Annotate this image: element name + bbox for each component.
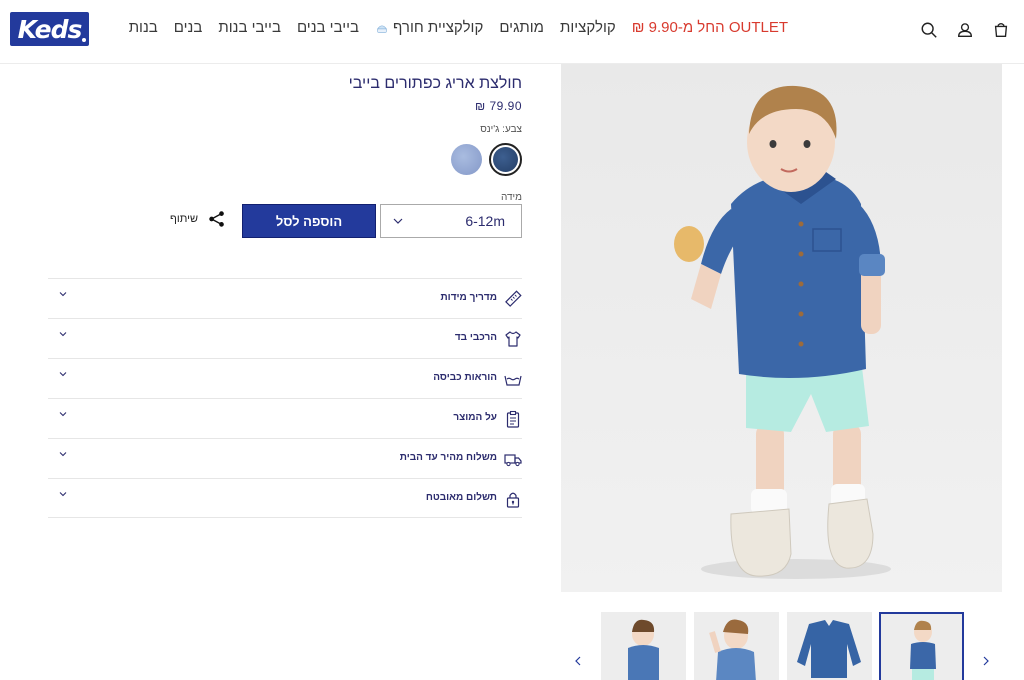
clipboard-icon (504, 410, 522, 428)
registered-mark (82, 38, 86, 42)
thumbnail-1[interactable] (601, 612, 686, 680)
nav-item-collections[interactable]: קולקציות (552, 19, 624, 36)
nav-item-brands[interactable]: מותגים (491, 19, 552, 36)
swatch-light-denim[interactable] (450, 143, 483, 176)
nav-item-girls[interactable]: בנות (121, 19, 166, 36)
share-icon (209, 211, 224, 227)
site-header: Keds בנות בנים בייבי בנות בייבי בנים קול… (0, 0, 1024, 64)
chevron-down-icon (59, 492, 67, 497)
keds-logo[interactable]: Keds (10, 12, 89, 46)
cart-icon[interactable] (992, 21, 1010, 39)
truck-icon (504, 450, 522, 468)
nav-item-boys[interactable]: בנים (166, 19, 211, 36)
logo-text: Keds (17, 14, 83, 44)
accordion-size-guide[interactable]: מדריך מידות (48, 278, 522, 318)
product-accordion: מדריך מידות הרכבי בד הוראות כביסה על המו… (48, 278, 522, 518)
accordion-shipping[interactable]: משלוח מהיר עד הבית (48, 438, 522, 478)
header-actions (920, 21, 1010, 39)
thumbnail-strip (561, 600, 1002, 680)
swatch-light-denim-fill (451, 144, 482, 175)
washing-icon (504, 370, 522, 388)
product-main-image[interactable] (561, 64, 1002, 592)
accordion-fabric[interactable]: הרכבי בד (48, 318, 522, 358)
chevron-down-icon (59, 372, 67, 377)
accordion-label: תשלום מאובטח (425, 492, 497, 503)
chevron-left-icon[interactable] (573, 655, 583, 667)
chevron-down-icon (59, 332, 67, 337)
accordion-label: על המוצר (453, 412, 497, 423)
ruler-icon (504, 290, 522, 308)
size-label: מידה (500, 192, 522, 203)
chevron-down-icon (59, 452, 67, 457)
nav-item-winter-collection[interactable]: קולקציית חורף (367, 19, 491, 36)
accordion-label: מדריך מידות (440, 292, 498, 303)
chevron-down-icon (393, 218, 403, 224)
shirt-icon (504, 330, 522, 348)
swatch-dark-denim-fill (493, 147, 518, 172)
accordion-label: הוראות כביסה (433, 372, 497, 383)
share-label: שיתוף (170, 213, 198, 225)
accordion-label: הרכבי בד (454, 332, 497, 343)
nav-item-baby-boys[interactable]: בייבי בנים (289, 19, 367, 36)
chevron-right-icon[interactable] (981, 655, 991, 667)
toddler-photo (674, 85, 891, 579)
accordion-label: משלוח מהיר עד הבית (399, 452, 497, 463)
snowflake-icon (376, 24, 388, 33)
thumbnail-4[interactable] (879, 612, 964, 680)
color-label: צבע: ג'ינס (480, 124, 522, 135)
search-icon[interactable] (920, 21, 938, 39)
account-icon[interactable] (956, 21, 974, 39)
chevron-down-icon (59, 412, 67, 417)
accordion-about[interactable]: על המוצר (48, 398, 522, 438)
product-price: 79.90 ₪ (474, 99, 522, 113)
thumbnail-2[interactable] (694, 612, 779, 680)
color-swatches (450, 143, 522, 176)
size-select[interactable]: 6-12m (380, 204, 522, 238)
lock-icon (504, 490, 522, 508)
nav-item-baby-girls[interactable]: בייבי בנות (210, 19, 289, 36)
product-title: חולצת אריג כפתורים בייבי (348, 75, 522, 92)
size-value: 6-12m (465, 213, 505, 229)
chevron-down-icon (59, 292, 67, 297)
accordion-washing[interactable]: הוראות כביסה (48, 358, 522, 398)
nav-item-outlet[interactable]: OUTLET החל מ-9.90 ₪ (624, 19, 796, 36)
share-button[interactable]: שיתוף (170, 210, 226, 228)
accordion-secure-payment[interactable]: תשלום מאובטח (48, 478, 522, 518)
add-to-cart-button[interactable]: הוספה לסל (242, 204, 376, 238)
thumbnail-3[interactable] (787, 612, 872, 680)
main-nav: בנות בנים בייבי בנות בייבי בנים קולקציית… (121, 19, 796, 36)
swatch-dark-denim[interactable] (489, 143, 522, 176)
